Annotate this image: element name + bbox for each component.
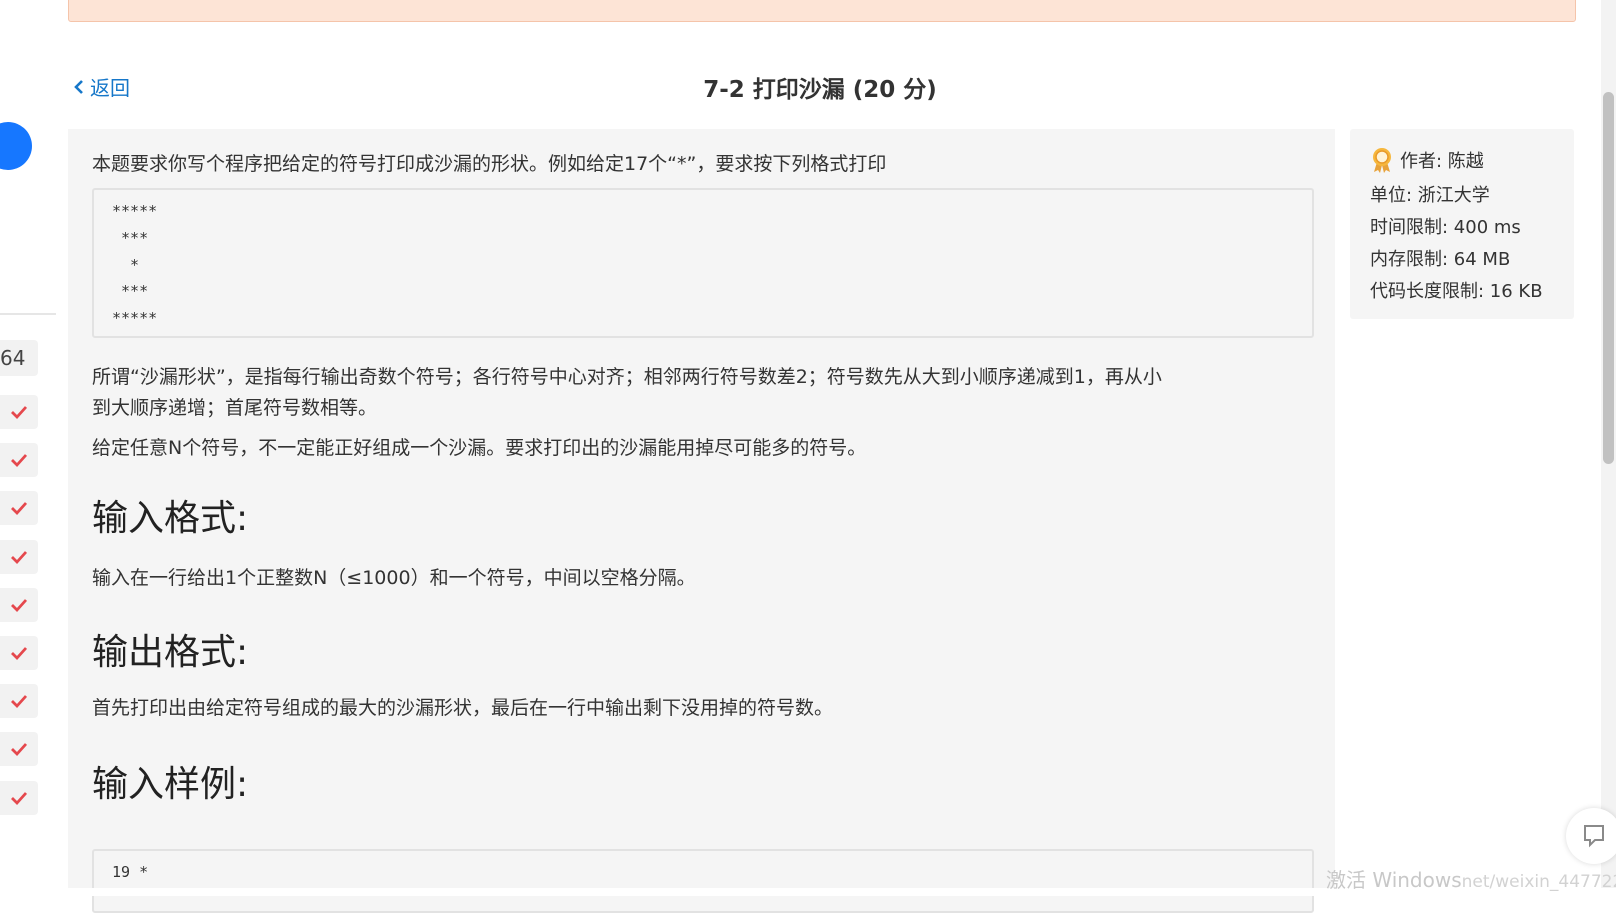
example-code-block: ***** *** * *** ***** <box>92 188 1314 338</box>
author-text: 作者: 陈越 <box>1400 151 1484 172</box>
problem-status-item[interactable] <box>0 780 38 815</box>
check-icon <box>11 406 28 420</box>
check-icon <box>11 647 28 661</box>
problem-status-item[interactable] <box>0 491 38 526</box>
notice-banner <box>68 0 1576 22</box>
check-icon <box>11 454 28 468</box>
check-icon <box>11 695 28 709</box>
back-button[interactable]: 返回 <box>72 72 130 101</box>
unit-text: 单位: 浙江大学 <box>1370 185 1490 206</box>
output-format-heading: 输出格式: <box>92 632 249 673</box>
output-format-text: 首先打印出由给定符号组成的最大的沙漏形状，最后在一行中输出剩下没用掉的符号数。 <box>92 697 834 719</box>
example-pattern: ***** *** * *** ***** <box>112 202 158 328</box>
check-icon <box>11 791 28 805</box>
problem-status-item[interactable] <box>0 684 38 719</box>
code-length-limit-text: 代码长度限制: 16 KB <box>1370 281 1543 302</box>
input-format-heading: 输入格式: <box>92 498 249 539</box>
check-icon <box>11 598 28 612</box>
scrollbar-thumb[interactable] <box>1603 92 1614 464</box>
problem-status-item[interactable] <box>0 443 38 478</box>
windows-activation-watermark: 激活 Windowsnet/weixin_44772272 <box>1326 864 1616 893</box>
description-line-2: 到大顺序递增；首尾符号数相等。 <box>92 397 378 419</box>
check-icon <box>11 550 28 564</box>
left-sidebar: 64 <box>0 0 60 896</box>
feedback-button[interactable] <box>1566 808 1616 864</box>
sidebar-divider <box>0 313 56 315</box>
watermark-text: 激活 Windows <box>1326 868 1462 892</box>
problem-status-item[interactable] <box>0 587 38 622</box>
author-line: 作者: 陈越 <box>1370 147 1484 173</box>
chevron-left-icon <box>74 79 83 94</box>
watermark-url: net/weixin_44772272 <box>1461 872 1616 892</box>
check-icon <box>11 502 28 516</box>
problem-status-item[interactable] <box>0 636 38 670</box>
problem-content: 本题要求你写个程序把给定的符号打印成沙漏的形状。例如给定17个“*”，要求按下列… <box>68 129 1335 913</box>
memory-limit-text: 内存限制: 64 MB <box>1370 249 1511 270</box>
feedback-icon <box>1584 825 1604 848</box>
problem-status-item[interactable] <box>0 395 38 429</box>
problem-intro: 本题要求你写个程序把给定的符号打印成沙漏的形状。例如给定17个“*”，要求按下列… <box>92 153 887 175</box>
back-label: 返回 <box>90 76 130 100</box>
sample-input-heading: 输入样例: <box>92 764 249 805</box>
problem-status-item[interactable] <box>0 539 38 574</box>
award-icon <box>1373 148 1391 173</box>
description-paragraph-2: 给定任意N个符号，不一定能正好组成一个沙漏。要求打印出的沙漏能用掉尽可能多的符号… <box>92 437 867 459</box>
problem-count-badge: 64 <box>0 340 38 376</box>
problem-meta-card: 作者: 陈越 单位: 浙江大学 时间限制: 400 ms 内存限制: 64 MB… <box>1350 129 1574 319</box>
description-line-1: 所谓“沙漏形状”，是指每行输出奇数个符号；各行符号中心对齐；相邻两行符号数差2；… <box>92 366 1162 388</box>
check-icon <box>11 743 28 757</box>
sidebar-avatar-button[interactable] <box>0 122 32 170</box>
input-format-text: 输入在一行给出1个正整数N（≤1000）和一个符号，中间以空格分隔。 <box>92 567 696 589</box>
problem-status-item[interactable] <box>0 732 38 767</box>
sample-input-code-block: 19 * <box>92 849 1314 913</box>
problem-title: 7-2 打印沙漏 (20 分) <box>703 77 937 103</box>
time-limit-text: 时间限制: 400 ms <box>1370 217 1521 238</box>
